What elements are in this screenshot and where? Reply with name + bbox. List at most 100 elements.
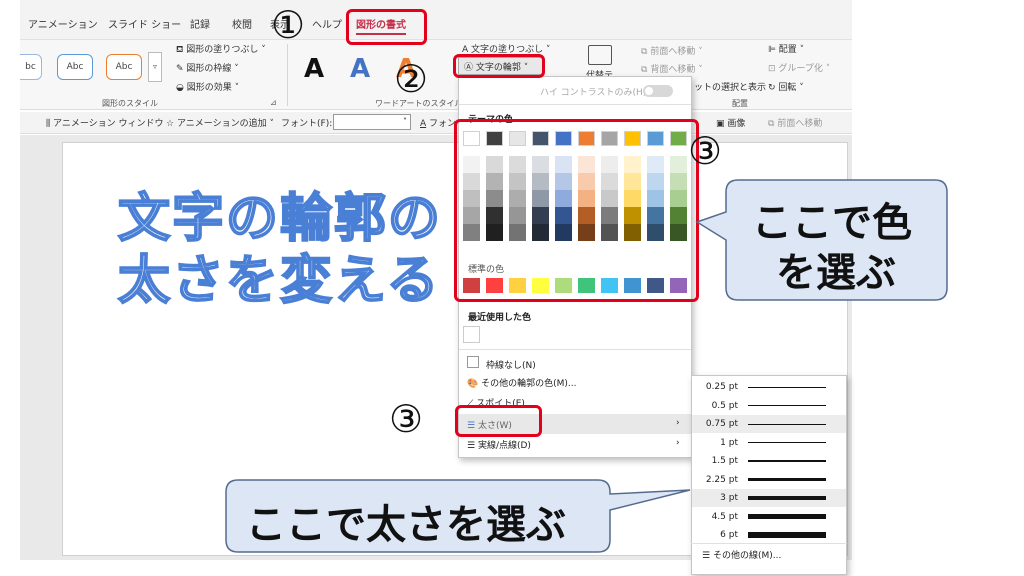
group-label-shape-styles: 図形のスタイル xyxy=(102,99,158,108)
group-label-arrange: 配置 xyxy=(732,99,748,108)
weight-option-label: 6 pt xyxy=(720,530,738,540)
weight-option[interactable]: 4.5 pt xyxy=(692,508,846,526)
no-outline-icon xyxy=(467,356,479,368)
tab-slideshow[interactable]: スライド ショー xyxy=(108,16,181,31)
slide-title-line2[interactable]: 太さを変える xyxy=(117,238,440,313)
menu-divider xyxy=(691,543,847,544)
shape-outline-button[interactable]: ✎ 図形の枠線 ˅ xyxy=(176,61,239,74)
menu-divider xyxy=(459,104,691,105)
quick-bring-forward-button[interactable]: ⧉ 前面へ移動 xyxy=(768,116,822,129)
send-backward-icon: ⧉ xyxy=(641,65,648,75)
font-select[interactable]: ˅ xyxy=(333,114,411,130)
highlight-color-palette xyxy=(454,119,699,302)
effects-icon: ◒ xyxy=(176,83,184,93)
palette-icon: 🎨 xyxy=(467,379,479,389)
chevron-right-icon: › xyxy=(676,418,680,428)
recent-color-swatch[interactable] xyxy=(463,326,480,343)
chevron-right-icon: › xyxy=(676,438,680,448)
rotate-button[interactable]: ↻ 回転 ˅ xyxy=(768,80,804,93)
weight-sample-line xyxy=(748,514,826,519)
weight-option-label: 4.5 pt xyxy=(711,511,738,522)
launcher-icon[interactable]: ⊿ xyxy=(270,98,277,107)
weight-option[interactable]: 1 pt xyxy=(692,434,846,452)
weight-option-label: 3 pt xyxy=(720,493,738,503)
weight-sample-line xyxy=(748,460,826,462)
alt-text-icon xyxy=(588,45,612,65)
step-number-1: ① xyxy=(271,3,306,47)
step-number-2: ② xyxy=(394,57,429,101)
weight-option[interactable]: 3 pt xyxy=(692,489,846,507)
shape-fill-button[interactable]: ⛾ 図形の塗りつぶし ˅ xyxy=(176,42,266,56)
shape-style-preset[interactable]: Abc xyxy=(57,54,93,80)
weight-option-label: 0.75 pt xyxy=(705,419,738,429)
toggle-knob xyxy=(645,87,653,95)
highlight-weight-item xyxy=(455,405,542,437)
weight-option[interactable]: 2.25 pt xyxy=(692,471,846,489)
group-icon: ⊡ xyxy=(768,64,776,74)
dashes-item[interactable]: ☰ 実線/点線(D) xyxy=(467,438,531,451)
no-outline-item[interactable]: 枠線なし(N) xyxy=(486,358,536,371)
star-icon: ☆ xyxy=(166,119,175,129)
weight-option[interactable]: 1.5 pt xyxy=(692,452,846,470)
align-button[interactable]: ⊫ 配置 ˅ xyxy=(768,42,804,55)
font-label: フォント(F): xyxy=(281,119,333,129)
add-animation-button[interactable]: ☆ アニメーションの追加 ˅ xyxy=(166,116,274,129)
image-icon: ▣ xyxy=(716,119,725,129)
menu-divider xyxy=(459,349,691,350)
shape-effects-button[interactable]: ◒ 図形の効果 ˅ xyxy=(176,80,239,93)
more-lines-item[interactable]: ☰ その他の線(M)... xyxy=(702,548,781,561)
shape-style-preset[interactable]: Abc xyxy=(106,54,142,80)
wordart-style[interactable]: A xyxy=(304,54,324,84)
callout-weight-text: ここで太さを選ぶ xyxy=(246,502,566,548)
rotate-icon: ↻ xyxy=(768,83,776,93)
high-contrast-label: ハイ コントラストのみ(H) xyxy=(540,88,647,98)
tab-record[interactable]: 記録 xyxy=(190,16,210,31)
shape-style-preset[interactable]: bc xyxy=(20,54,42,80)
weight-option-label: 1 pt xyxy=(720,437,738,448)
bring-forward-icon: ⧉ xyxy=(768,119,775,129)
font-color-button[interactable]: A フォン xyxy=(420,116,456,129)
send-backward-button[interactable]: ⧉ 背面へ移動 ˅ xyxy=(641,62,703,75)
animation-pane-icon: ⫼ xyxy=(46,119,51,129)
weight-sample-line xyxy=(748,441,826,444)
weight-sample-line xyxy=(748,386,826,388)
align-icon: ⊫ xyxy=(768,45,776,55)
styles-more-button[interactable]: ▿ xyxy=(148,52,162,82)
weight-option[interactable]: 0.25 pt xyxy=(692,378,846,396)
more-outline-colors-item[interactable]: 🎨 その他の輪郭の色(M)... xyxy=(467,376,576,389)
bring-forward-button[interactable]: ⧉ 前面へ移動 ˅ xyxy=(641,44,703,57)
callout-color-text-line2: を選ぶ xyxy=(776,250,896,296)
highlight-shape-format-tab xyxy=(346,9,427,45)
line-style-icon: ☰ xyxy=(702,551,711,561)
pencil-icon: ✎ xyxy=(176,64,184,74)
weight-option-label: 1.5 pt xyxy=(711,456,738,466)
weight-option-label: 0.25 pt xyxy=(705,382,738,392)
step-number-3: ③ xyxy=(688,129,723,173)
insert-image-button[interactable]: ▣ 画像 xyxy=(716,116,745,129)
weight-option[interactable]: 0.75 pt xyxy=(692,415,846,433)
weight-option[interactable]: 6 pt xyxy=(692,526,846,544)
step-number-3: ③ xyxy=(389,397,424,441)
wordart-style[interactable]: A xyxy=(350,54,370,84)
animation-window-button[interactable]: ⫼ アニメーション ウィンドウ xyxy=(46,116,164,129)
weight-sample-line xyxy=(748,496,826,500)
group-button[interactable]: ⊡ グループ化 ˅ xyxy=(768,61,830,74)
weight-option-label: 2.25 pt xyxy=(705,474,738,485)
weight-sample-line xyxy=(748,405,826,406)
weight-sample-line xyxy=(748,478,826,481)
font-color-icon: A xyxy=(420,119,427,129)
selection-pane-button[interactable]: ットの選択と表示 xyxy=(694,80,766,93)
weight-sample-line xyxy=(748,531,826,539)
weight-option[interactable]: 0.5 pt xyxy=(692,397,846,415)
paint-bucket-icon: ⛾ xyxy=(176,45,184,55)
dash-style-icon: ☰ xyxy=(467,441,476,451)
tab-review[interactable]: 校閲 xyxy=(232,16,252,31)
tab-help[interactable]: ヘルプ xyxy=(312,16,342,31)
group-divider xyxy=(287,44,288,106)
bring-forward-icon: ⧉ xyxy=(641,47,648,57)
weight-option-label: 0.5 pt xyxy=(711,400,738,411)
screenshot: アニメーション スライド ショー 記録 校閲 表示 ヘルプ 図形の書式 bc A… xyxy=(0,0,1024,576)
highlight-text-outline-button xyxy=(453,54,545,78)
tab-animations[interactable]: アニメーション xyxy=(28,16,98,31)
recent-colors-heading: 最近使用した色 xyxy=(468,313,532,323)
